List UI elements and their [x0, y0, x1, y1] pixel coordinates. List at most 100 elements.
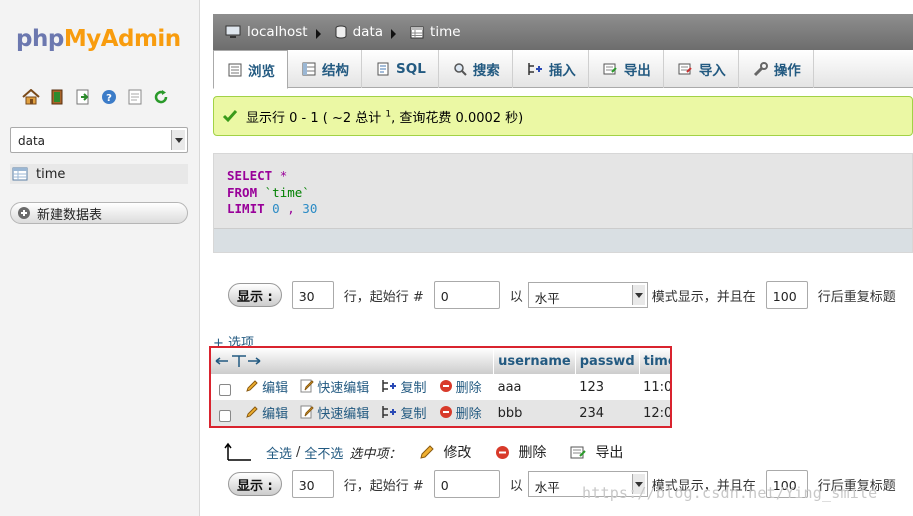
bulk-actions-row: 全选 / 全不选 选中项： 修改 删除 导出	[224, 440, 623, 464]
sql-query-code: SELECT * FROM `time` LIMIT 0 , 30	[227, 168, 317, 218]
copy-label: 复制	[400, 406, 427, 422]
tab-sql-label: SQL	[396, 61, 426, 77]
breadcrumb: localhost data time	[213, 14, 913, 50]
uncheck-all-link[interactable]: 全不选	[304, 443, 343, 462]
tab-sql[interactable]: SQL	[362, 50, 439, 88]
breadcrumb-database[interactable]: data	[335, 24, 383, 40]
cell-passwd[interactable]: 123	[575, 374, 640, 400]
sql-limit-keyword: LIMIT	[227, 201, 265, 216]
copy-label: 复制	[400, 380, 427, 396]
display-mode-select[interactable]: 水平	[527, 282, 648, 308]
quick-edit-icon	[300, 405, 315, 419]
row-checkbox[interactable]	[219, 383, 231, 396]
cell-time[interactable]: 11:00	[639, 374, 670, 400]
tab-browse[interactable]: 浏览	[213, 50, 288, 89]
cell-username[interactable]: aaa	[493, 374, 576, 400]
start-row-input[interactable]: 0	[433, 281, 500, 309]
column-header-time[interactable]: time	[639, 348, 670, 374]
tab-import[interactable]: 导入	[664, 50, 739, 88]
svg-text:?: ?	[106, 93, 112, 104]
sql-from-keyword: FROM	[227, 184, 258, 200]
check-all-link[interactable]: 全选	[266, 443, 292, 462]
edit-link[interactable]: 编辑	[245, 403, 288, 422]
cell-username[interactable]: bbb	[493, 400, 576, 426]
column-arrows-icon	[215, 354, 263, 368]
add-icon	[17, 206, 31, 220]
tab-insert[interactable]: 插入	[513, 50, 589, 88]
bulk-modify-button[interactable]: 修改	[419, 442, 471, 462]
sql-icon	[376, 62, 390, 76]
sql-select-keyword: SELECT	[227, 168, 273, 183]
new-table-label: 新建数据表	[37, 207, 103, 223]
row-actions: 编辑 快速编辑 复制 删除	[211, 374, 494, 400]
success-text: 显示行 0 - 1 ( ~2 总计 1, 查询花费 0.0002 秒)	[246, 107, 523, 125]
reload-icon[interactable]	[152, 88, 170, 106]
quick-edit-link[interactable]: 快速编辑	[300, 403, 369, 422]
table-row: 编辑 快速编辑 复制 删除 aaa 123 11:00	[211, 374, 670, 400]
delete-link[interactable]: 删除	[439, 403, 482, 422]
tab-search[interactable]: 搜索	[439, 50, 513, 88]
mode-label: 模式显示，并且在	[651, 289, 756, 305]
bulk-export-button[interactable]: 导出	[570, 442, 623, 462]
show-button[interactable]: 显示 :	[228, 472, 282, 496]
start-row-input[interactable]: 0	[433, 470, 500, 498]
column-resize-header[interactable]	[211, 348, 495, 374]
nav-table-label: time	[36, 166, 66, 182]
sql-count: 30	[302, 201, 318, 216]
phpmyadmin-logo[interactable]: phpMyAdmin	[16, 26, 181, 52]
rows-input[interactable]: 30	[291, 281, 334, 309]
table-header-row: username passwd time	[211, 348, 670, 374]
breadcrumb-table-label: time	[430, 24, 461, 40]
breadcrumb-database-label: data	[352, 24, 384, 40]
import-icon	[678, 62, 693, 76]
bulk-separator: /	[296, 444, 301, 460]
home-icon[interactable]	[22, 88, 40, 106]
docs-icon[interactable]	[126, 88, 144, 106]
tab-operations-label: 操作	[773, 63, 801, 79]
nav-table-item-time[interactable]: time	[10, 164, 188, 184]
rows-input[interactable]: 30	[291, 470, 334, 498]
logo-php: php	[16, 26, 64, 52]
sql-box-footer	[214, 228, 912, 252]
exit-icon[interactable]	[48, 88, 66, 106]
sql-star: *	[279, 168, 288, 183]
tab-structure[interactable]: 结构	[288, 50, 362, 88]
quick-edit-link[interactable]: 快速编辑	[300, 377, 369, 396]
as-label: 以	[509, 289, 523, 305]
column-header-passwd[interactable]: passwd	[575, 348, 640, 374]
structure-icon	[302, 62, 316, 76]
new-table-button[interactable]: 新建数据表	[10, 202, 188, 224]
bulk-delete-button[interactable]: 删除	[495, 442, 546, 462]
display-mode-value: 水平	[534, 480, 560, 495]
quick-icons: ?	[22, 88, 170, 106]
repeat-header-input[interactable]: 100	[765, 281, 808, 309]
row-checkbox[interactable]	[219, 409, 231, 422]
query-window-icon[interactable]	[74, 88, 92, 106]
checkmark-icon	[222, 108, 238, 124]
tab-insert-label: 插入	[548, 63, 576, 79]
cell-passwd[interactable]: 234	[575, 400, 640, 426]
export-icon	[603, 62, 618, 76]
column-header-username[interactable]: username	[493, 348, 576, 374]
export-icon	[570, 445, 587, 460]
as-label: 以	[509, 478, 523, 494]
database-select[interactable]: data	[10, 127, 188, 153]
delete-link[interactable]: 删除	[439, 377, 482, 396]
breadcrumb-table[interactable]: time	[410, 24, 461, 40]
tab-browse-label: 浏览	[248, 63, 275, 80]
copy-link[interactable]: 复制	[381, 377, 426, 396]
show-button[interactable]: 显示 :	[228, 283, 282, 307]
tab-export[interactable]: 导出	[589, 50, 664, 88]
edit-link[interactable]: 编辑	[245, 377, 288, 396]
cell-time[interactable]: 12:00	[639, 400, 670, 426]
tab-import-label: 导入	[698, 63, 726, 79]
tab-operations[interactable]: 操作	[739, 50, 814, 88]
pencil-icon	[245, 405, 259, 419]
quick-edit-label: 快速编辑	[317, 406, 370, 422]
quick-edit-label: 快速编辑	[317, 380, 370, 396]
help-icon[interactable]: ?	[100, 88, 118, 106]
copy-link[interactable]: 复制	[381, 403, 426, 422]
tab-search-label: 搜索	[472, 63, 500, 79]
search-icon	[453, 62, 467, 76]
breadcrumb-server[interactable]: localhost	[225, 24, 308, 40]
